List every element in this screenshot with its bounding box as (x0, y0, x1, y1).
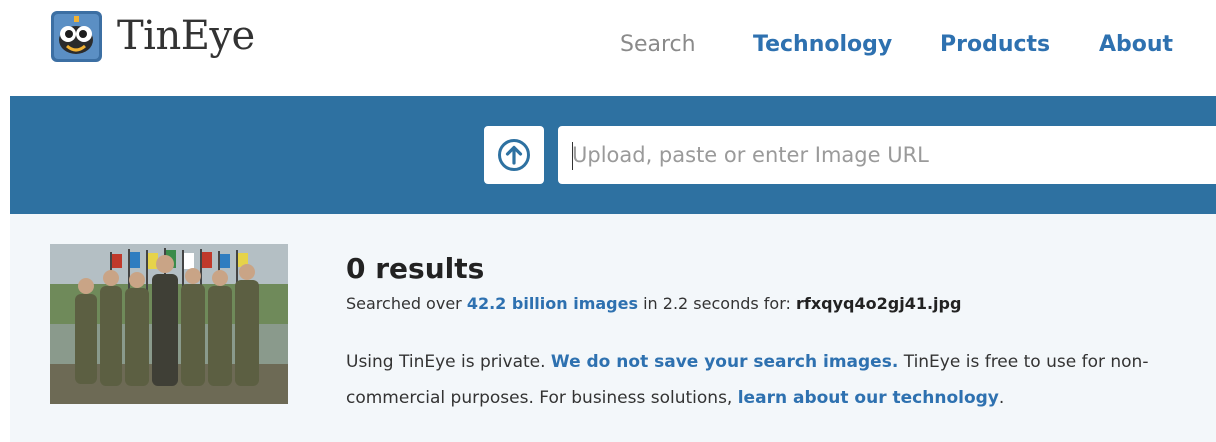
search-bar (10, 96, 1216, 214)
text-caret (572, 142, 573, 170)
site-header: TinEye Search Technology Products About (0, 0, 1216, 96)
privacy-link[interactable]: We do not save your search images. (551, 352, 898, 372)
robot-logo-icon (51, 11, 102, 62)
results-panel: 0 results Searched over 42.2 billion ima… (10, 214, 1216, 442)
search-summary: Searched over 42.2 billion images in 2.2… (346, 294, 961, 313)
tineye-logo[interactable]: TinEye (50, 10, 255, 63)
nav-about[interactable]: About (1099, 30, 1173, 60)
nav-technology[interactable]: Technology (753, 30, 892, 60)
results-count-heading: 0 results (346, 252, 485, 285)
privacy-notice: Using TinEye is private. We do not save … (346, 344, 1166, 416)
summary-mid: in 2.2 seconds for: (643, 294, 791, 313)
technology-link[interactable]: learn about our technology (738, 388, 999, 408)
query-filename: rfxqyq4o2gj41.jpg (795, 294, 962, 313)
brand-name: TinEye (117, 13, 255, 59)
privacy-prefix: Using TinEye is private. (346, 352, 546, 372)
query-photo (50, 244, 288, 404)
nav-search[interactable]: Search (620, 30, 696, 60)
image-url-input[interactable] (558, 126, 1216, 184)
tech-suffix: . (998, 388, 1005, 408)
arrow-up-circle-icon (498, 139, 530, 171)
upload-button[interactable] (484, 126, 544, 184)
image-count-link[interactable]: 42.2 billion images (467, 294, 638, 313)
nav-products[interactable]: Products (940, 30, 1050, 60)
summary-prefix: Searched over (346, 294, 462, 313)
query-image-thumbnail[interactable] (50, 244, 288, 404)
